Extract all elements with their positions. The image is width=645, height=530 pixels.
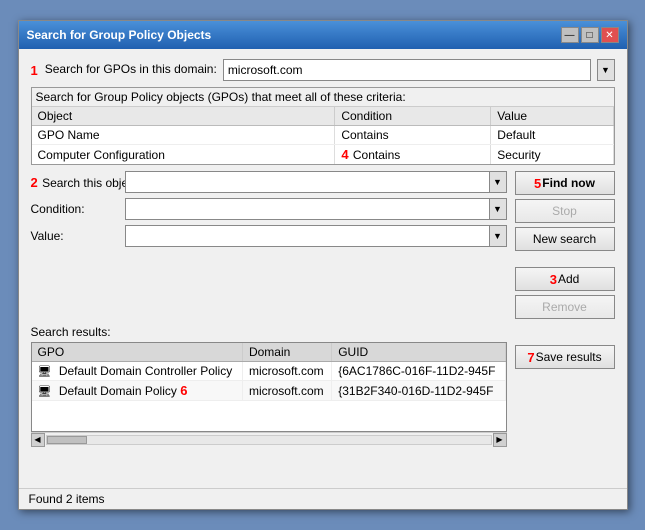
col-condition: Condition xyxy=(335,107,491,126)
title-bar: Search for Group Policy Objects — □ ✕ xyxy=(19,21,627,49)
domain-input[interactable] xyxy=(223,59,591,81)
cell-value: Default xyxy=(491,126,613,145)
condition-dropdown[interactable]: ▼ xyxy=(489,198,507,220)
scroll-left-button[interactable]: ◀ xyxy=(31,433,45,447)
save-results-button[interactable]: 7 Save results xyxy=(515,345,615,369)
cell-object: GPO Name xyxy=(32,126,335,145)
result-guid: {6AC1786C-016F-11D2-945F xyxy=(332,362,505,381)
search-object-dropdown[interactable]: ▼ xyxy=(489,171,507,193)
annotation-6: 6 xyxy=(180,383,187,398)
scroll-track[interactable] xyxy=(46,435,492,445)
close-button[interactable]: ✕ xyxy=(601,27,619,43)
value-dropdown[interactable]: ▼ xyxy=(489,225,507,247)
cell-value: Security xyxy=(491,145,613,165)
window-title: Search for Group Policy Objects xyxy=(27,28,212,42)
annotation-5: 5 xyxy=(534,176,541,191)
find-now-button[interactable]: 5 Find now xyxy=(515,171,615,195)
result-col-domain: Domain xyxy=(242,343,331,362)
left-panel: 2 Search this object: ▼ Condition: ▼ xyxy=(31,171,507,319)
criteria-table: Object Condition Value GPO Name Contains… xyxy=(32,107,614,164)
annotation-1: 1 xyxy=(31,63,38,78)
col-object: Object xyxy=(32,107,335,126)
domain-dropdown-button[interactable]: ▼ xyxy=(597,59,615,81)
right-panel: 5 Find now Stop New search 3 Add Remove xyxy=(515,171,615,319)
status-bar: Found 2 items xyxy=(19,488,627,509)
results-table: GPO Domain GUID 🖥 Default Domain Control… xyxy=(32,343,506,401)
cell-condition: 4 Contains xyxy=(335,145,491,165)
window-body: 1 Search for GPOs in this domain: ▼ Sear… xyxy=(19,49,627,488)
cell-object: Computer Configuration xyxy=(32,145,335,165)
search-object-input[interactable] xyxy=(125,171,489,193)
results-label: Search results: xyxy=(31,325,507,339)
main-content: 2 Search this object: ▼ Condition: ▼ xyxy=(31,171,615,319)
col-value: Value xyxy=(491,107,613,126)
scroll-thumb[interactable] xyxy=(47,436,87,444)
criteria-section: Search for Group Policy objects (GPOs) t… xyxy=(31,87,615,165)
condition-text: Contains xyxy=(353,148,400,162)
maximize-button[interactable]: □ xyxy=(581,27,599,43)
annotation-7: 7 xyxy=(527,350,534,365)
search-object-field: ▼ xyxy=(125,171,507,193)
cell-condition: Contains xyxy=(335,126,491,145)
domain-label: Search for GPOs in this domain: xyxy=(45,62,217,76)
add-button[interactable]: 3 Add xyxy=(515,267,615,291)
results-table-container: GPO Domain GUID 🖥 Default Domain Control… xyxy=(31,342,507,432)
domain-row: 1 Search for GPOs in this domain: ▼ xyxy=(31,59,615,81)
result-gpo: 🖥 Default Domain Controller Policy xyxy=(32,362,243,381)
gpo-icon: 🖥 xyxy=(38,366,52,378)
result-row[interactable]: 🖥 Default Domain Controller Policy micro… xyxy=(32,362,506,381)
remove-button[interactable]: Remove xyxy=(515,295,615,319)
result-row[interactable]: 🖥 Default Domain Policy 6 microsoft.com … xyxy=(32,381,506,401)
table-row[interactable]: Computer Configuration 4 Contains Securi… xyxy=(32,145,614,165)
result-col-gpo: GPO xyxy=(32,343,243,362)
scroll-right-button[interactable]: ▶ xyxy=(493,433,507,447)
annotation-2: 2 xyxy=(31,175,38,190)
value-label: Value: xyxy=(31,229,121,243)
result-domain: microsoft.com xyxy=(242,381,331,401)
result-col-guid: GUID xyxy=(332,343,505,362)
value-input[interactable] xyxy=(125,225,489,247)
gpo-icon: 🖥 xyxy=(38,386,52,398)
condition-row: Condition: ▼ xyxy=(31,198,507,220)
value-field: ▼ xyxy=(125,225,507,247)
annotation-4: 4 xyxy=(341,147,348,162)
title-bar-buttons: — □ ✕ xyxy=(561,27,619,43)
criteria-label: Search for Group Policy objects (GPOs) t… xyxy=(32,88,614,107)
value-row: Value: ▼ xyxy=(31,225,507,247)
horizontal-scrollbar: ◀ ▶ xyxy=(31,432,507,446)
search-object-row: 2 Search this object: ▼ xyxy=(31,171,507,193)
results-left: Search results: GPO Domain GUID xyxy=(31,325,507,446)
condition-field: ▼ xyxy=(125,198,507,220)
result-domain: microsoft.com xyxy=(242,362,331,381)
new-search-button[interactable]: New search xyxy=(515,227,615,251)
result-guid: {31B2F340-016D-11D2-945F xyxy=(332,381,505,401)
condition-label: Condition: xyxy=(31,202,121,216)
condition-input[interactable] xyxy=(125,198,489,220)
status-text: Found 2 items xyxy=(29,492,105,506)
result-gpo: 🖥 Default Domain Policy 6 xyxy=(32,381,243,401)
minimize-button[interactable]: — xyxy=(561,27,579,43)
table-row[interactable]: GPO Name Contains Default xyxy=(32,126,614,145)
results-right: 7 Save results xyxy=(515,325,615,369)
stop-button[interactable]: Stop xyxy=(515,199,615,223)
annotation-3: 3 xyxy=(550,272,557,287)
results-row: Search results: GPO Domain GUID xyxy=(31,325,615,446)
main-window: Search for Group Policy Objects — □ ✕ 1 … xyxy=(18,20,628,510)
search-object-label: 2 Search this object: xyxy=(31,175,121,190)
